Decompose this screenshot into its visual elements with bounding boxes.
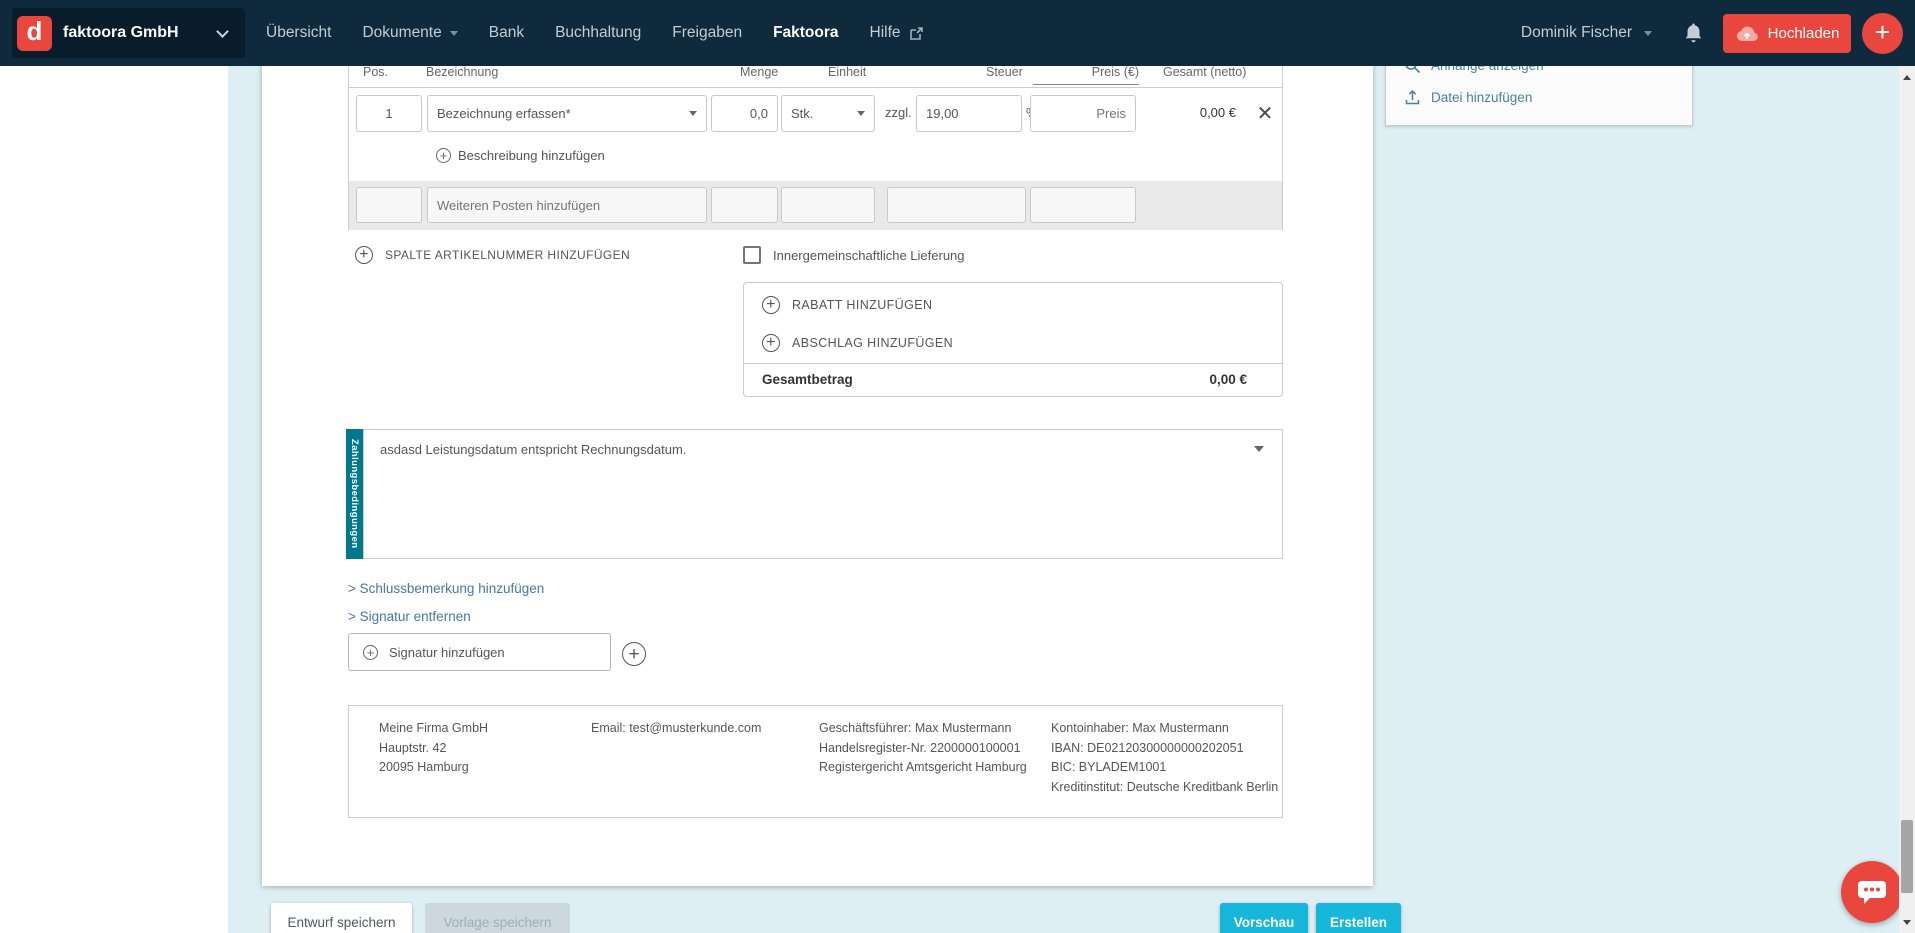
save-template-button: Vorlage speichern [425, 903, 570, 933]
checkbox[interactable] [743, 246, 761, 264]
payment-terms-section: Zahlungsbedingungen asdasd Leistungsdatu… [346, 429, 1283, 559]
chat-bubble-icon [1855, 876, 1889, 908]
company-info-footer: Meine Firma GmbH Hauptstr. 42 20095 Hamb… [348, 705, 1283, 818]
chevron-down-icon [216, 25, 229, 38]
total-value: 0,00 € [1209, 372, 1247, 387]
vertical-scrollbar[interactable] [1899, 66, 1915, 933]
chevron-down-icon[interactable] [1254, 446, 1264, 452]
notifications-bell-icon[interactable] [1684, 22, 1703, 44]
col-header-pos: Pos. [363, 65, 388, 79]
faktoora-logo: d [17, 16, 52, 51]
user-menu[interactable]: Dominik Fischer [1521, 24, 1632, 42]
position-input[interactable] [356, 95, 422, 132]
footer-contact-column: Email: test@musterkunde.com [591, 719, 761, 739]
remove-signature-link[interactable]: > Signatur entfernen [348, 609, 471, 624]
unit-select[interactable]: Stk. [781, 95, 875, 132]
upload-button[interactable]: Hochladen [1723, 14, 1851, 53]
preview-button[interactable]: Vorschau [1220, 903, 1308, 933]
add-row-strip [349, 181, 1282, 230]
chevron-down-icon [450, 31, 458, 36]
total-label: Gesamtbetrag [762, 372, 853, 387]
col-header-steuer: Steuer [986, 65, 1023, 79]
company-selector[interactable]: d faktoora GmbH [12, 8, 245, 58]
row-total-value: 0,00 € [1139, 105, 1236, 120]
new-row-tax-input[interactable] [887, 187, 1026, 223]
add-closing-remark-link[interactable]: > Schlussbemerkung hinzufügen [348, 581, 544, 596]
top-navbar: d faktoora GmbH Übersicht Dokumente Bank… [0, 0, 1915, 66]
col-header-einheit: Einheit [828, 65, 866, 79]
nav-item-dokumente[interactable]: Dokumente [362, 24, 457, 42]
company-name: faktoora GmbH [63, 24, 179, 42]
chevron-down-icon [857, 111, 865, 116]
zzgl-label: zzgl. [885, 105, 912, 120]
discount-total-box: RABATT HINZUFÜGEN ABSCHLAG HINZUFÜGEN Ge… [743, 282, 1283, 397]
nav-item-faktoora[interactable]: Faktoora [773, 24, 838, 42]
divider [744, 363, 1282, 364]
chevron-down-icon [1644, 31, 1652, 36]
scrollbar-thumb[interactable] [1901, 820, 1913, 893]
delete-row-button[interactable]: ✕ [1252, 101, 1278, 127]
add-signature-button[interactable]: Signatur hinzufügen [348, 633, 611, 671]
file-upload-icon [1404, 89, 1421, 106]
tax-input[interactable] [916, 95, 1022, 132]
plus-circle-icon [762, 296, 780, 314]
add-new-button[interactable]: + [1862, 13, 1903, 54]
add-description-link[interactable]: Beschreibung hinzufügen [436, 144, 605, 166]
add-signature-plus-button[interactable] [622, 642, 646, 666]
nav-item-buchhaltung[interactable]: Buchhaltung [555, 24, 641, 42]
col-header-gesamt: Gesamt (netto) [1163, 65, 1246, 79]
invoice-editor-screen: d faktoora GmbH Übersicht Dokumente Bank… [0, 0, 1915, 933]
new-row-description-input[interactable] [427, 187, 707, 223]
nav-item-uebersicht[interactable]: Übersicht [266, 24, 331, 42]
price-input[interactable] [1030, 95, 1136, 132]
quantity-input[interactable] [711, 95, 778, 132]
footer-bank-column: Kontoinhaber: Max Mustermann IBAN: DE021… [1051, 719, 1283, 797]
invoice-editor-card: Pos. Bezeichnung Menge Einheit Steuer Pr… [262, 60, 1373, 886]
scroll-up-arrow[interactable] [1903, 75, 1911, 80]
navbar-right: Dominik Fischer Hochladen + [1521, 0, 1903, 66]
payment-terms-tab[interactable]: Zahlungsbedingungen [346, 429, 363, 559]
col-header-menge: Menge [740, 65, 778, 79]
description-select[interactable]: Bezeichnung erfassen* [427, 95, 707, 132]
add-article-number-column-link[interactable]: SPALTE ARTIKELNUMMER HINZUFÜGEN [355, 246, 630, 264]
payment-terms-textarea[interactable]: asdasd Leistungsdatum entspricht Rechnun… [364, 430, 1282, 558]
col-header-preis[interactable]: Preis (€) [1033, 65, 1139, 85]
footer-register-column: Geschäftsführer: Max Mustermann Handelsr… [819, 719, 1051, 778]
nav-item-freigaben[interactable]: Freigaben [672, 24, 742, 42]
new-row-unit-input[interactable] [781, 187, 875, 223]
plus-circle-icon [355, 246, 373, 264]
line-item-row: Bezeichnung erfassen* Stk. zzgl. % 0,00 … [349, 95, 1282, 132]
add-deduction-link[interactable]: ABSCHLAG HINZUFÜGEN [762, 334, 953, 352]
save-draft-button[interactable]: Entwurf speichern [271, 903, 412, 933]
footer-address-column: Meine Firma GmbH Hauptstr. 42 20095 Hamb… [379, 719, 488, 778]
plus-circle-icon [762, 334, 780, 352]
add-discount-link[interactable]: RABATT HINZUFÜGEN [762, 296, 932, 314]
intra-community-checkbox-row[interactable]: Innergemeinschaftliche Lieferung [743, 246, 965, 264]
scroll-down-arrow[interactable] [1903, 920, 1911, 925]
cloud-upload-icon [1735, 25, 1759, 42]
create-button[interactable]: Erstellen [1316, 903, 1401, 933]
add-file-link[interactable]: Datei hinzufügen [1404, 89, 1532, 106]
col-header-bezeichnung: Bezeichnung [426, 65, 498, 79]
chevron-down-icon [689, 111, 697, 116]
plus-circle-icon [436, 148, 451, 163]
new-row-pos-input[interactable] [356, 187, 422, 223]
payment-terms-box: asdasd Leistungsdatum entspricht Rechnun… [363, 429, 1283, 559]
new-row-quantity-input[interactable] [711, 187, 778, 223]
external-link-icon [909, 26, 924, 41]
main-nav: Übersicht Dokumente Bank Buchhaltung Fre… [266, 0, 924, 66]
new-row-price-input[interactable] [1030, 187, 1136, 223]
chat-widget-button[interactable] [1841, 861, 1903, 923]
nav-item-bank[interactable]: Bank [489, 24, 524, 42]
line-items-table: Pos. Bezeichnung Menge Einheit Steuer Pr… [348, 60, 1283, 230]
nav-item-hilfe[interactable]: Hilfe [870, 24, 924, 42]
plus-circle-icon [363, 645, 378, 660]
